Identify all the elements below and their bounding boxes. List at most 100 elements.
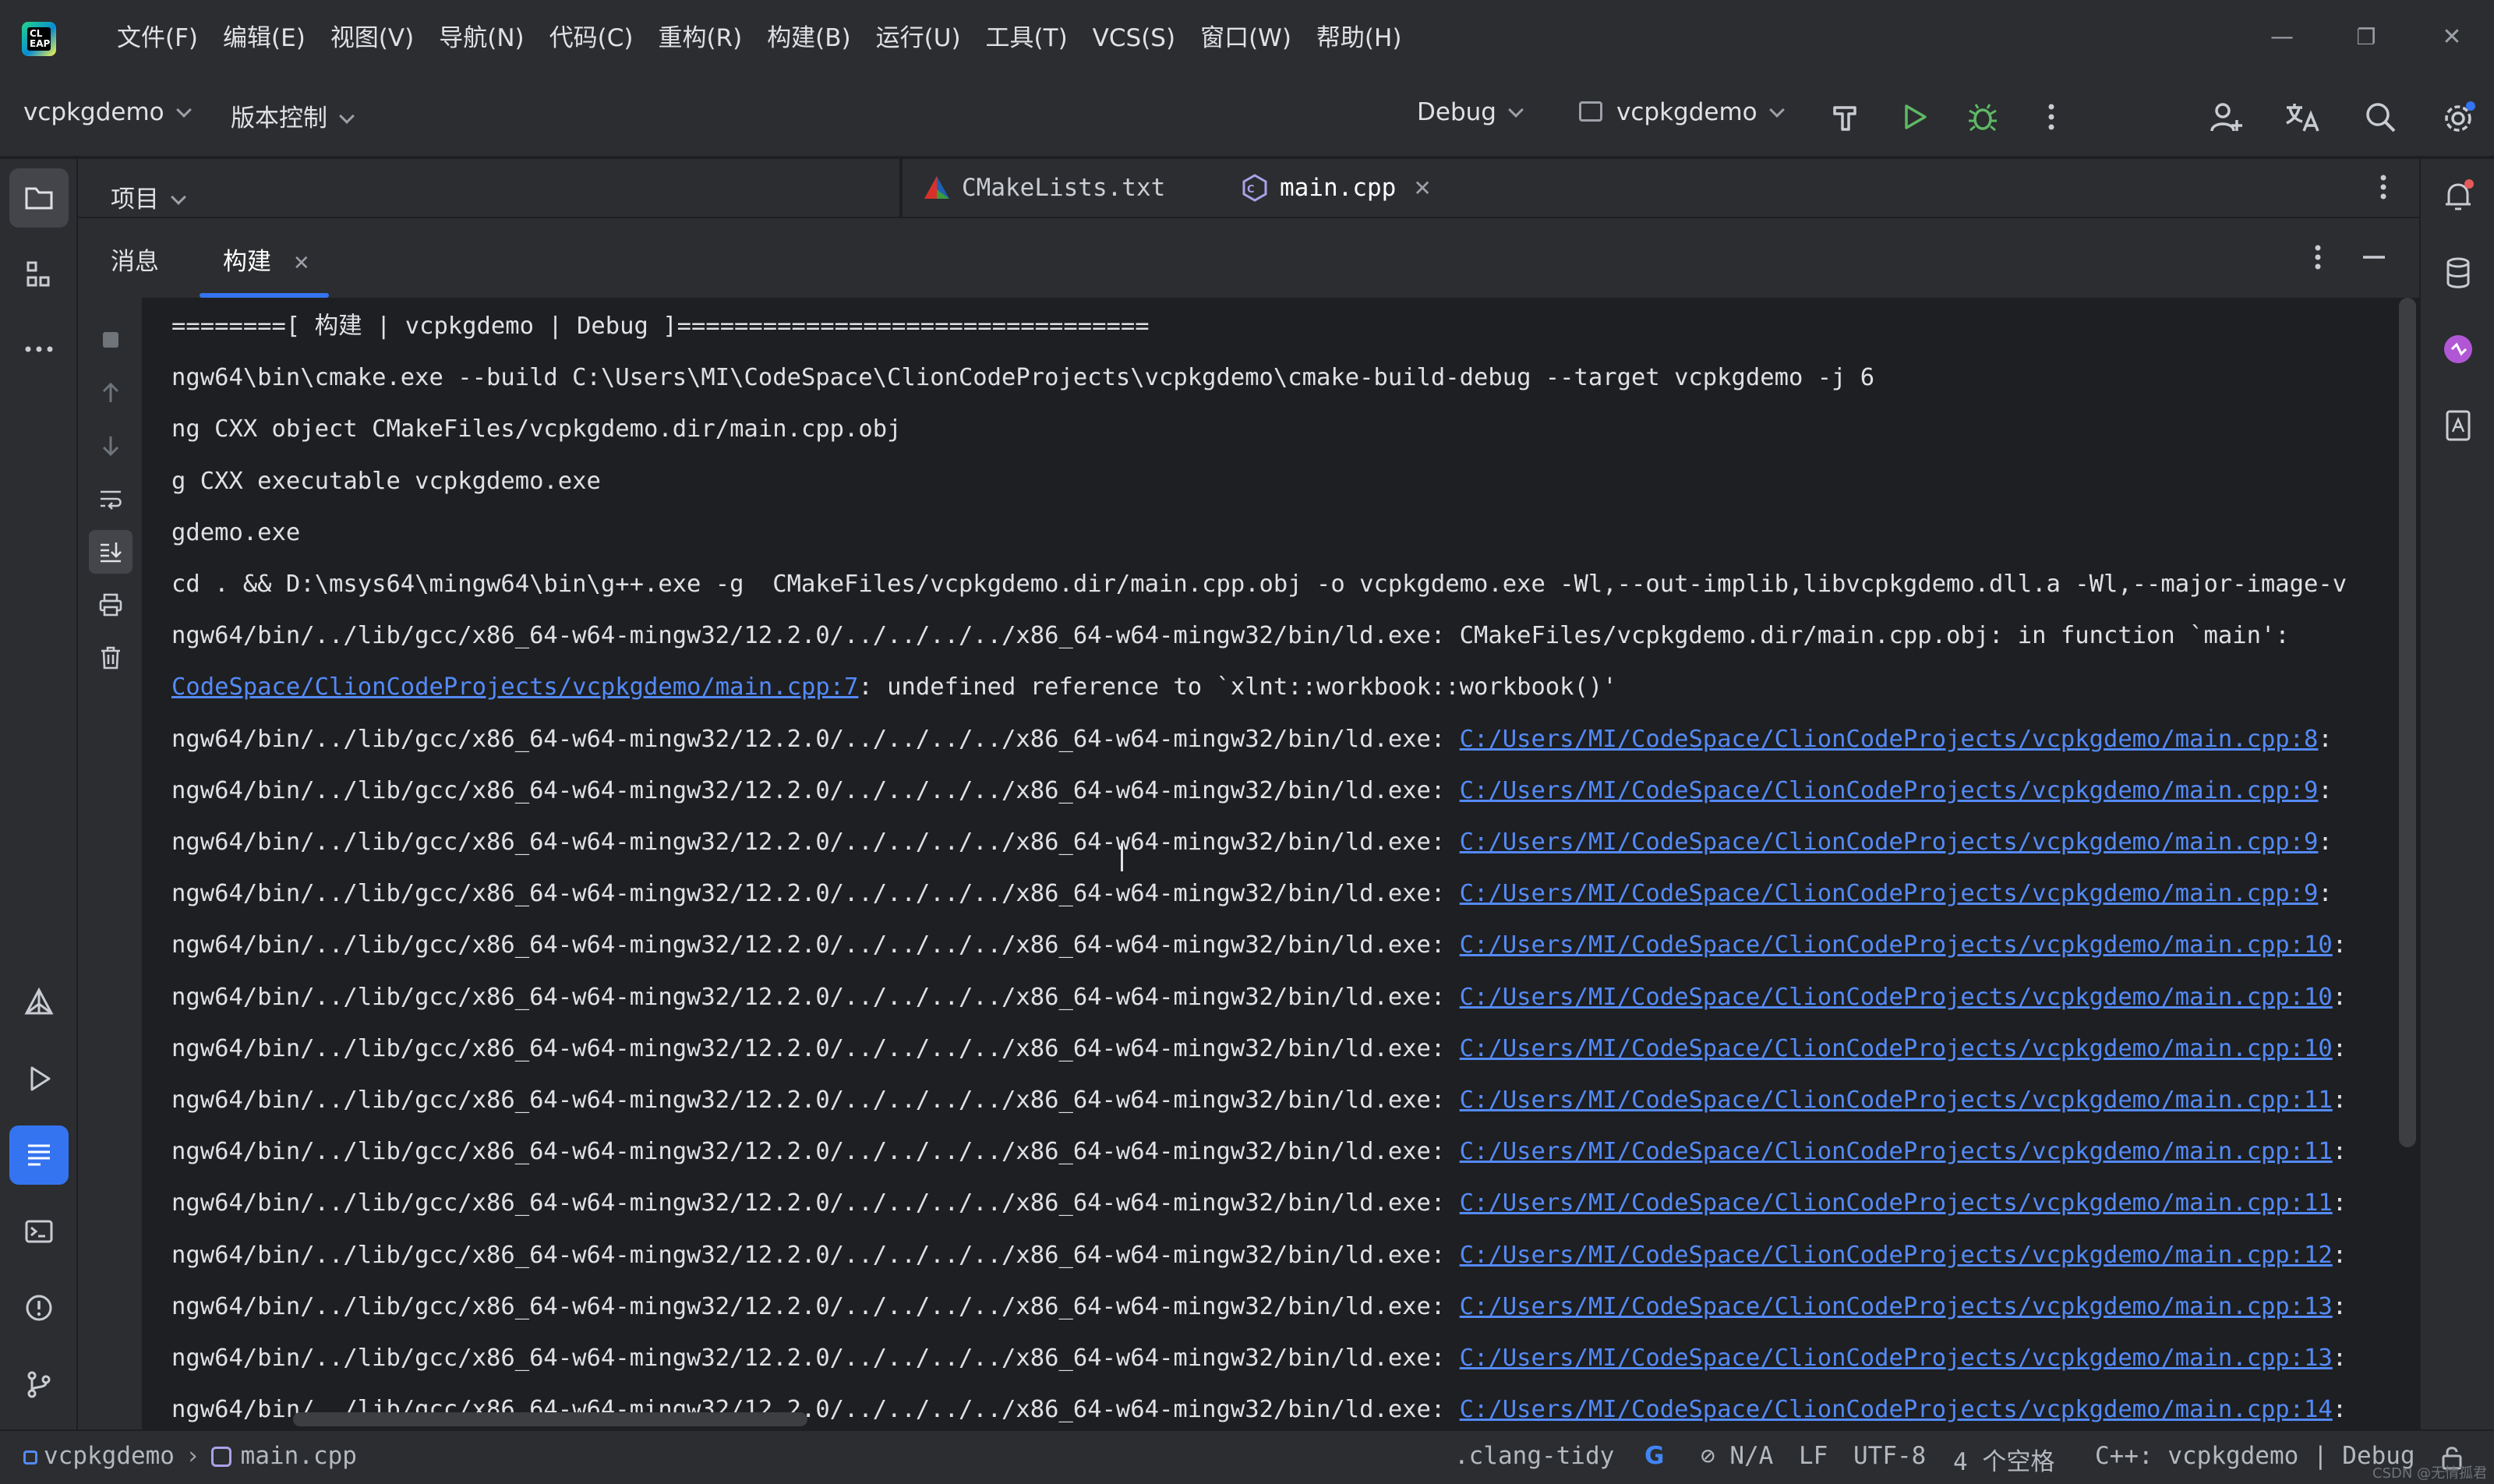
more-tools-button[interactable]	[9, 320, 69, 379]
console-file-link[interactable]: C:/Users/MI/CodeSpace/ClionCodeProjects/…	[1460, 1344, 2333, 1372]
hide-panel-icon[interactable]	[2358, 242, 2390, 276]
database-icon[interactable]	[2439, 254, 2477, 292]
console-file-link[interactable]: C:/Users/MI/CodeSpace/ClionCodeProjects/…	[1460, 1086, 2333, 1114]
structure-tool-button[interactable]	[9, 245, 69, 304]
tab-messages[interactable]: 消息	[111, 242, 159, 277]
editor-tabs-more-icon[interactable]	[2368, 171, 2399, 206]
google-icon[interactable]: G	[1644, 1442, 1664, 1470]
menu-navigate[interactable]: 导航(N)	[426, 15, 536, 62]
breadcrumb-project[interactable]: vcpkgdemo	[44, 1442, 175, 1470]
close-tab-icon[interactable]: ✕	[293, 252, 310, 275]
tab-build[interactable]: 构建 ✕	[223, 242, 310, 277]
context-widget[interactable]: C++: vcpkgdemo | Debug	[2095, 1442, 2415, 1470]
settings-gear-icon[interactable]	[2441, 100, 2475, 134]
target-selector[interactable]: vcpkgdemo	[1579, 98, 1785, 126]
print-button[interactable]	[89, 583, 132, 627]
console-file-link[interactable]: C:/Users/MI/CodeSpace/ClionCodeProjects/…	[1460, 1242, 2333, 1269]
menu-run[interactable]: 运行(U)	[864, 15, 973, 62]
menu-build[interactable]: 构建(B)	[754, 15, 863, 62]
build-hammer-icon[interactable]	[1828, 100, 1863, 134]
close-window-button[interactable]: ✕	[2436, 22, 2468, 53]
menu-code[interactable]: 代码(C)	[537, 15, 646, 62]
run-tool-button[interactable]	[9, 1049, 69, 1108]
ai-assistant-icon[interactable]	[2439, 330, 2477, 368]
build-tool-button[interactable]	[9, 1125, 69, 1185]
console-file-link[interactable]: C:/Users/MI/CodeSpace/ClionCodeProjects/…	[1460, 829, 2319, 856]
scroll-to-end-button[interactable]	[89, 530, 132, 574]
console-file-link[interactable]: C:/Users/MI/CodeSpace/ClionCodeProjects/…	[1460, 984, 2333, 1011]
notifications-bell-icon[interactable]	[2439, 178, 2477, 215]
cmake-tool-button[interactable]	[9, 973, 69, 1032]
line-ending-widget[interactable]: LF	[1799, 1442, 1828, 1470]
menu-window[interactable]: 窗口(W)	[1188, 15, 1304, 62]
project-panel-title[interactable]: 项目	[111, 179, 186, 214]
main-menu: 文件(F) 编辑(E) 视图(V) 导航(N) 代码(C) 重构(R) 构建(B…	[104, 0, 1414, 76]
git-tool-button[interactable]	[9, 1355, 69, 1414]
project-selector[interactable]: vcpkgdemo	[23, 98, 192, 126]
search-icon[interactable]	[2363, 100, 2397, 134]
menu-file[interactable]: 文件(F)	[104, 15, 210, 62]
run-config-selector[interactable]: Debug	[1417, 98, 1524, 126]
chevron-down-icon	[339, 108, 355, 124]
vcs-selector[interactable]: 版本控制	[231, 98, 355, 133]
clear-all-button[interactable]	[89, 636, 132, 680]
add-user-icon[interactable]	[2209, 100, 2243, 134]
encoding-widget[interactable]: UTF-8	[1853, 1442, 1926, 1470]
console-line: gdemo.exe	[171, 514, 300, 553]
restore-button[interactable]: ❐	[2351, 22, 2382, 53]
run-config-label: Debug	[1417, 98, 1496, 126]
console-line-text: gdemo.exe	[171, 518, 301, 546]
soft-wrap-button[interactable]	[89, 477, 132, 521]
trash-icon	[101, 646, 120, 670]
menu-help[interactable]: 帮助(H)	[1304, 15, 1415, 62]
horizontal-scrollbar[interactable]	[293, 1412, 807, 1426]
console-file-link[interactable]: C:/Users/MI/CodeSpace/ClionCodeProjects/…	[1460, 1396, 2333, 1423]
debug-bug-icon[interactable]	[1966, 100, 2000, 134]
console-file-link[interactable]: C:/Users/MI/CodeSpace/ClionCodeProjects/…	[1460, 1189, 2333, 1217]
menu-view[interactable]: 视图(V)	[318, 15, 426, 62]
next-button[interactable]	[89, 424, 132, 468]
indent-widget[interactable]: 4 个空格	[1953, 1442, 2054, 1477]
na-widget[interactable]: ⊘ N/A	[1701, 1442, 1773, 1470]
console-file-link[interactable]: C:/Users/MI/CodeSpace/ClionCodeProjects/…	[1460, 1035, 2333, 1062]
console-line: ngw64/bin/../lib/gcc/x86_64-w64-mingw32/…	[171, 1132, 2347, 1171]
vertical-scrollbar[interactable]	[2399, 298, 2416, 1147]
close-tab-icon[interactable]: ✕	[1413, 175, 1431, 201]
console-file-link[interactable]: C:/Users/MI/CodeSpace/ClionCodeProjects/…	[1460, 726, 2319, 753]
console-file-link[interactable]: C:/Users/MI/CodeSpace/ClionCodeProjects/…	[1460, 1138, 2333, 1165]
breadcrumb-file[interactable]: main.cpp	[241, 1442, 357, 1470]
project-tool-button[interactable]	[9, 168, 69, 228]
right-tool-stripe	[2419, 159, 2494, 1429]
menu-tools[interactable]: 工具(T)	[973, 15, 1080, 62]
cpp-file-icon: C	[1242, 174, 1267, 202]
tab-cmakelists[interactable]: CMakeLists.txt	[923, 159, 1165, 217]
console-line-text: ngw64/bin/../lib/gcc/x86_64-w64-mingw32/…	[171, 622, 2290, 650]
console-line-text: ngw64/bin/../lib/gcc/x86_64-w64-mingw32/…	[171, 725, 1460, 753]
terminal-tool-button[interactable]	[9, 1202, 69, 1261]
previous-button[interactable]	[89, 371, 132, 415]
menu-refactor[interactable]: 重构(R)	[645, 15, 754, 62]
build-options-icon[interactable]	[2302, 242, 2333, 276]
console-file-link[interactable]: C:/Users/MI/CodeSpace/ClionCodeProjects/…	[1460, 931, 2333, 959]
console-file-link[interactable]: C:/Users/MI/CodeSpace/ClionCodeProjects/…	[1460, 1293, 2333, 1320]
console-line: ngw64/bin/../lib/gcc/x86_64-w64-mingw32/…	[171, 823, 2333, 862]
problems-tool-button[interactable]	[9, 1278, 69, 1337]
build-output-console[interactable]: ========[ 构建 | vcpkgdemo | Debug ]======…	[145, 298, 2419, 1429]
minimize-button[interactable]: —	[2266, 22, 2298, 53]
menu-vcs[interactable]: VCS(S)	[1080, 15, 1188, 62]
menu-edit[interactable]: 编辑(E)	[210, 15, 318, 62]
run-icon[interactable]	[1897, 100, 1931, 134]
arrow-up-icon	[102, 382, 119, 402]
translation-dictionary-icon[interactable]	[2439, 407, 2477, 444]
chevron-down-icon	[175, 102, 192, 118]
console-line-text: ngw64/bin/../lib/gcc/x86_64-w64-mingw32/…	[171, 1241, 1460, 1269]
stop-button[interactable]	[89, 318, 132, 362]
clion-logo-icon[interactable]: CL EAP	[22, 22, 56, 56]
more-actions-icon[interactable]	[2034, 100, 2068, 134]
console-file-link[interactable]: C:/Users/MI/CodeSpace/ClionCodeProjects/…	[1460, 777, 2319, 804]
tab-main-cpp[interactable]: C main.cpp ✕	[1239, 159, 1432, 217]
clang-tidy-widget[interactable]: .clang-tidy	[1454, 1442, 1614, 1470]
console-file-link[interactable]: CodeSpace/ClionCodeProjects/vcpkgdemo/ma…	[171, 673, 858, 701]
translate-icon[interactable]	[2284, 100, 2319, 134]
console-file-link[interactable]: C:/Users/MI/CodeSpace/ClionCodeProjects/…	[1460, 880, 2319, 907]
